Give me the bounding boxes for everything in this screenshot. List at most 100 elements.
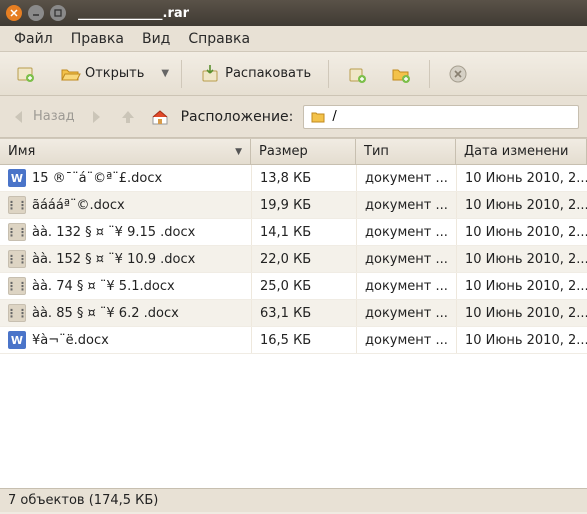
extract-button[interactable]: Распаковать <box>192 58 318 90</box>
word-file-icon: W <box>8 169 26 187</box>
close-icon <box>10 9 18 17</box>
cell-type: документ ... <box>356 300 456 326</box>
maximize-icon <box>54 9 62 17</box>
window-minimize-button[interactable] <box>28 5 44 21</box>
up-button[interactable] <box>117 106 139 128</box>
file-icon: ⋮⋮ <box>8 250 26 268</box>
cell-size: 19,9 КБ <box>251 192 356 218</box>
cell-date: 10 Июнь 2010, 2... <box>456 165 587 191</box>
menu-help[interactable]: Справка <box>180 28 258 50</box>
table-row[interactable]: ⋮⋮ àà. 152 § ¤ ¨¥ 10.9 .docx 22,0 КБдокуме… <box>0 246 587 273</box>
add-folder-button[interactable] <box>383 58 419 90</box>
home-icon <box>149 106 171 128</box>
open-folder-icon <box>59 63 81 85</box>
cell-date: 10 Июнь 2010, 2... <box>456 219 587 245</box>
forward-arrow-icon <box>85 106 107 128</box>
file-name: àà. 85 § ¤ ¨¥ 6.2 .docx <box>32 306 179 321</box>
toolbar: Открыть ▼ Распаковать <box>0 52 587 96</box>
file-icon: ⋮⋮ <box>8 277 26 295</box>
home-button[interactable] <box>149 106 171 128</box>
table-header-row: Имя ▼ Размер Тип Дата изменени <box>0 139 587 165</box>
back-arrow-icon <box>8 106 30 128</box>
sort-indicator-icon: ▼ <box>235 147 242 157</box>
table-row[interactable]: ⋮⋮ãáááª¨©.docx19,9 КБдокумент ...10 Июнь… <box>0 192 587 219</box>
window-maximize-button[interactable] <box>50 5 66 21</box>
word-file-icon: W <box>8 331 26 349</box>
header-name[interactable]: Имя ▼ <box>0 139 251 164</box>
cell-date: 10 Июнь 2010, 2... <box>456 300 587 326</box>
cell-size: 63,1 КБ <box>251 300 356 326</box>
cell-date: 10 Июнь 2010, 2... <box>456 273 587 299</box>
menu-view[interactable]: Вид <box>134 28 178 50</box>
stop-icon <box>447 63 469 85</box>
cell-type: документ ... <box>356 273 456 299</box>
table-row[interactable]: W ¥à¬¨ë.docx 16,5 КБдокумент ...10 Июнь 20… <box>0 327 587 354</box>
file-name: ¥à¬¨ë.docx <box>32 333 109 348</box>
menu-edit[interactable]: Правка <box>63 28 132 50</box>
header-date[interactable]: Дата изменени <box>456 139 587 164</box>
cell-size: 16,5 КБ <box>251 327 356 353</box>
window-close-button[interactable] <box>6 5 22 21</box>
open-label: Открыть <box>85 66 144 81</box>
cell-type: документ ... <box>356 165 456 191</box>
cell-size: 22,0 КБ <box>251 246 356 272</box>
open-dropdown-arrow[interactable]: ▼ <box>159 68 171 79</box>
add-files-icon <box>346 63 368 85</box>
extract-label: Распаковать <box>225 66 311 81</box>
cell-date: 10 Июнь 2010, 2... <box>456 246 587 272</box>
cell-type: документ ... <box>356 219 456 245</box>
menubar: Файл Правка Вид Справка <box>0 26 587 52</box>
back-button[interactable]: Назад <box>8 106 75 128</box>
forward-button[interactable] <box>85 106 107 128</box>
cell-type: документ ... <box>356 246 456 272</box>
header-name-label: Имя <box>8 144 35 159</box>
file-name: 15 ®¯¨á¨©ª¨£.docx <box>32 171 162 186</box>
status-text: 7 объектов (174,5 КБ) <box>8 493 158 508</box>
cell-name: ⋮⋮ àà. 85 § ¤ ¨¥ 6.2 .docx <box>0 300 251 326</box>
toolbar-separator <box>328 60 329 88</box>
cell-name: ⋮⋮ àà. 152 § ¤ ¨¥ 10.9 .docx <box>0 246 251 272</box>
add-folder-icon <box>390 63 412 85</box>
cell-size: 25,0 КБ <box>251 273 356 299</box>
header-type[interactable]: Тип <box>356 139 456 164</box>
cell-name: W 15 ®¯¨á¨©ª¨£.docx <box>0 165 251 191</box>
extract-icon <box>199 63 221 85</box>
file-name: àà. 152 § ¤ ¨¥ 10.9 .docx <box>32 252 195 267</box>
add-files-button[interactable] <box>339 58 375 90</box>
menu-file[interactable]: Файл <box>6 28 61 50</box>
header-size[interactable]: Размер <box>251 139 356 164</box>
table-row[interactable]: ⋮⋮àà. 132 § ¤ ¨¥ 9.15 .docx14,1 КБдокуме… <box>0 219 587 246</box>
cell-size: 14,1 КБ <box>251 219 356 245</box>
table-row[interactable]: ⋮⋮ àà. 85 § ¤ ¨¥ 6.2 .docx 63,1 КБдокумент… <box>0 300 587 327</box>
cell-name: ⋮⋮ãáááª¨©.docx <box>0 192 251 218</box>
cell-name: W ¥à¬¨ë.docx <box>0 327 251 353</box>
titlebar: _____________.rar <box>0 0 587 26</box>
cell-type: документ ... <box>356 327 456 353</box>
location-field[interactable] <box>303 105 579 129</box>
window-title: _____________.rar <box>78 6 189 21</box>
file-name: àà. 74 § ¤ ¨¥ 5.1.docx <box>32 279 175 294</box>
cell-date: 10 Июнь 2010, 2... <box>456 327 587 353</box>
file-table: Имя ▼ Размер Тип Дата изменени W 15 ®¯¨á¨… <box>0 138 587 488</box>
new-archive-button[interactable] <box>8 58 44 90</box>
back-label: Назад <box>33 109 75 124</box>
header-size-label: Размер <box>259 144 308 159</box>
minimize-icon <box>32 9 40 17</box>
location-label: Расположение: <box>181 109 294 125</box>
cell-name: ⋮⋮àà. 132 § ¤ ¨¥ 9.15 .docx <box>0 219 251 245</box>
table-row[interactable]: ⋮⋮ àà. 74 § ¤ ¨¥ 5.1.docx 25,0 КБдокумент … <box>0 273 587 300</box>
up-arrow-icon <box>117 106 139 128</box>
header-type-label: Тип <box>364 144 389 159</box>
stop-button[interactable] <box>440 58 476 90</box>
header-date-label: Дата изменени <box>464 144 568 159</box>
file-icon: ⋮⋮ <box>8 223 26 241</box>
table-row[interactable]: W15 ®¯¨á¨©ª¨£.docx13,8 КБдокумент ...10 … <box>0 165 587 192</box>
toolbar-separator <box>181 60 182 88</box>
navbar: Назад Расположение: <box>0 96 587 138</box>
location-input[interactable] <box>332 109 572 124</box>
open-button[interactable]: Открыть <box>52 58 151 90</box>
file-name: ãáááª¨©.docx <box>32 198 125 213</box>
file-icon: ⋮⋮ <box>8 304 26 322</box>
folder-icon <box>310 109 326 125</box>
new-archive-icon <box>15 63 37 85</box>
